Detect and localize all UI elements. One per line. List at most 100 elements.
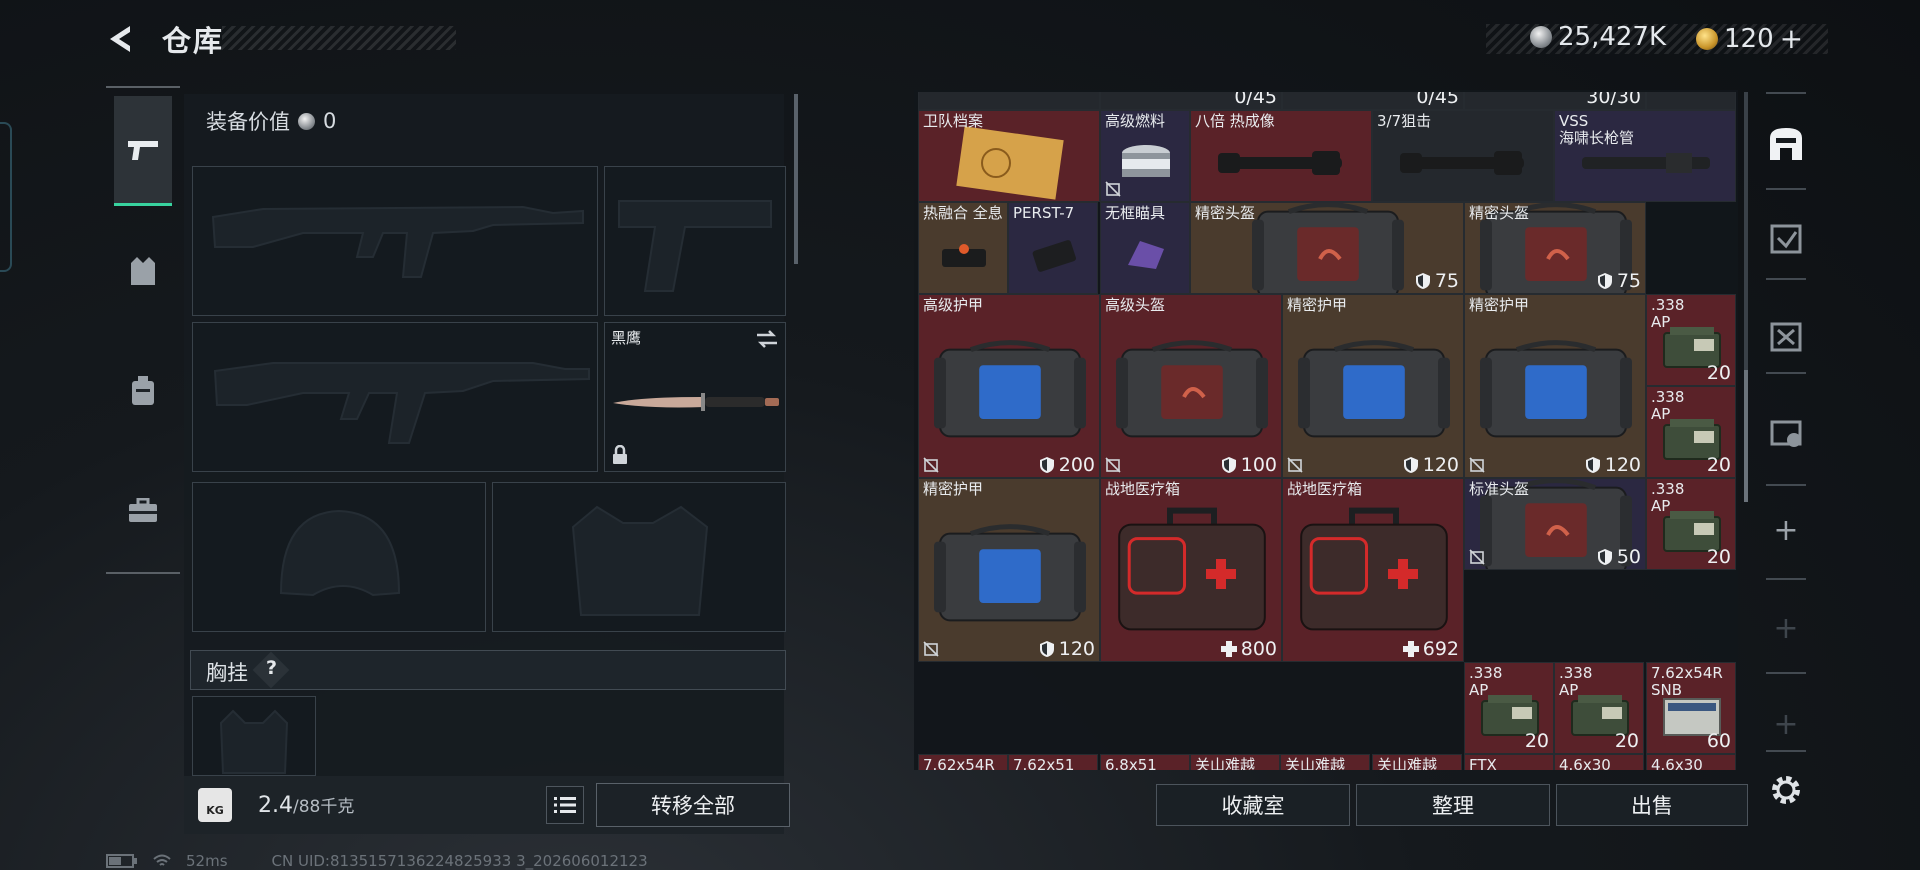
container-tier-3-icon[interactable] [1762,214,1810,262]
back-arrow-icon[interactable] [104,22,138,56]
stash-scrollbar-thumb[interactable] [1744,370,1748,502]
stash-item[interactable]: 7.62x51 M612 [1008,754,1098,770]
item-name: 热融合 全息 [923,204,1003,222]
stash-item[interactable]: 6.8x51 AP60 [1100,754,1190,770]
heal-value-icon [1220,641,1237,657]
stash-item[interactable]: FTX F19 [1464,754,1554,770]
item-count: 0/45 [1234,92,1277,108]
secondary-weapon-slot[interactable] [192,322,598,472]
stash-item[interactable]: 4.6x30 AP SX60 [1554,754,1644,770]
page-title: 仓库 [162,24,225,58]
stash-item[interactable]: 7.62x54R SNB60 [918,754,1008,770]
container-tier-3b-icon[interactable] [1762,312,1810,360]
item-value-number: 692 [1422,638,1459,660]
item-name: 关山难越 [1377,756,1438,771]
organize-button[interactable]: 整理 [1356,784,1550,826]
stash-item[interactable]: PERST-7 [1008,202,1098,294]
sidearm-slot[interactable] [604,166,786,316]
sell-button[interactable]: 出售 [1556,784,1748,826]
no-discard-icon [1105,181,1121,197]
stash-item[interactable]: .338 AP 20 [1554,662,1644,754]
melee-slot[interactable]: 黑鹰 [604,322,786,472]
stash-item[interactable]: 高级头盔 100 [1100,294,1282,478]
no-discard-icon [923,457,939,473]
add-container-icon[interactable]: + [1762,506,1810,554]
stash-item[interactable]: VSS 海啸长枪管 [1554,110,1736,202]
stash-item[interactable]: .338 AP 20 [1646,478,1736,570]
tab-weapons[interactable] [114,96,172,206]
pistol-icon [128,140,158,160]
stash-item[interactable]: 4.6x30 AP SX60 [1646,754,1736,770]
stash-item[interactable]: .338 AP 20 [1646,386,1736,478]
chest-rig-label: 胸挂 [206,661,248,685]
stash-icon[interactable] [1762,120,1810,168]
chest-rig-slot[interactable] [192,696,316,776]
swap-icon[interactable] [755,329,779,349]
armor-value-icon [1039,641,1054,657]
stash-item[interactable]: 热融合 全息 [918,202,1008,294]
armor-slot[interactable] [492,482,786,632]
side-drawer-handle[interactable] [0,122,12,272]
tab-helmet[interactable] [114,216,172,326]
armor-value-icon [1597,549,1612,565]
stash-item[interactable]: 7.62x54R SNB60 [1646,662,1736,754]
status-bar: 52ms CN UID:8135157136224825933 3_202606… [106,852,648,870]
list-view-button[interactable] [546,786,584,824]
item-value-number: 20 [1706,362,1731,384]
gold-coin-icon [1696,27,1718,50]
item-name: .338 AP [1651,388,1685,423]
primary-weapon-slot[interactable] [192,166,598,316]
stash-cell-partial[interactable] [918,92,1100,110]
stash-item[interactable]: 精密护甲 120 [1464,294,1646,478]
stash-item[interactable]: 卫队档案 [918,110,1100,202]
equip-value-amount: 0 [323,109,337,133]
item-name: 精密头盔 [1469,204,1530,222]
stash-item[interactable]: 关山难越 [1190,754,1280,770]
list-icon [554,797,576,813]
stash-cell-partial[interactable]: 0/45 [1282,92,1464,110]
stash-item[interactable]: 无框瞄具 [1100,202,1190,294]
stash-item[interactable]: 精密护甲 120 [918,478,1100,662]
transfer-all-button[interactable]: 转移全部 [596,783,790,827]
medkit-icon [1118,507,1266,631]
stash-item[interactable]: 战地医疗箱 800 [1100,478,1282,662]
stash-item[interactable]: 精密护甲 120 [1282,294,1464,478]
stash-item[interactable]: 标准头盔 50 [1464,478,1646,570]
rail-divider [1766,278,1806,280]
tab-backpack[interactable] [114,336,172,446]
item-name: 无框瞄具 [1105,204,1166,222]
stash-item[interactable]: 3/7狙击 [1372,110,1554,202]
add-gold-icon[interactable]: + [1780,22,1803,55]
loadout-scrollbar[interactable] [794,94,798,264]
item-value: 60 [1707,730,1731,752]
item-value: 20 [1615,730,1639,752]
stash-item[interactable]: 关山难越 [1372,754,1462,770]
collection-room-button[interactable]: 收藏室 [1156,784,1350,826]
stash-item[interactable]: 战地医疗箱 692 [1282,478,1464,662]
no-discard-icon [1469,549,1485,565]
stash-item[interactable]: 关山难越 [1280,754,1370,770]
rail-divider [1766,372,1806,374]
container-tier-4-icon[interactable] [1762,408,1810,456]
weight-max: /88千克 [293,797,355,817]
stash-item[interactable]: 精密头盔 75 [1190,202,1464,294]
tab-case[interactable] [114,456,172,566]
stash-item[interactable]: .338 AP 20 [1464,662,1554,754]
item-value-number: 20 [1706,454,1731,476]
stash-cell-partial[interactable]: 30/30 [1464,92,1646,110]
item-value-number: 60 [1706,730,1731,752]
help-icon[interactable]: ? [266,657,277,679]
item-name: .338 AP [1469,664,1503,699]
stash-cell-partial[interactable]: 0/45 [1100,92,1282,110]
stash-cell-partial[interactable] [1646,92,1736,110]
stash-item[interactable]: 高级护甲 200 [918,294,1100,478]
stash-item[interactable]: 高级燃料 [1100,110,1190,202]
settings-gear-icon[interactable] [1762,766,1810,814]
rail-divider [1766,484,1806,486]
item-value: 800 [1220,638,1277,660]
stash-item[interactable]: 八倍 热成像 [1190,110,1372,202]
gold-currency[interactable]: 120 + [1696,22,1803,55]
stash-item[interactable]: .338 AP 20 [1646,294,1736,386]
stash-item[interactable]: 精密头盔 75 [1464,202,1646,294]
helmet-slot[interactable] [192,482,486,632]
